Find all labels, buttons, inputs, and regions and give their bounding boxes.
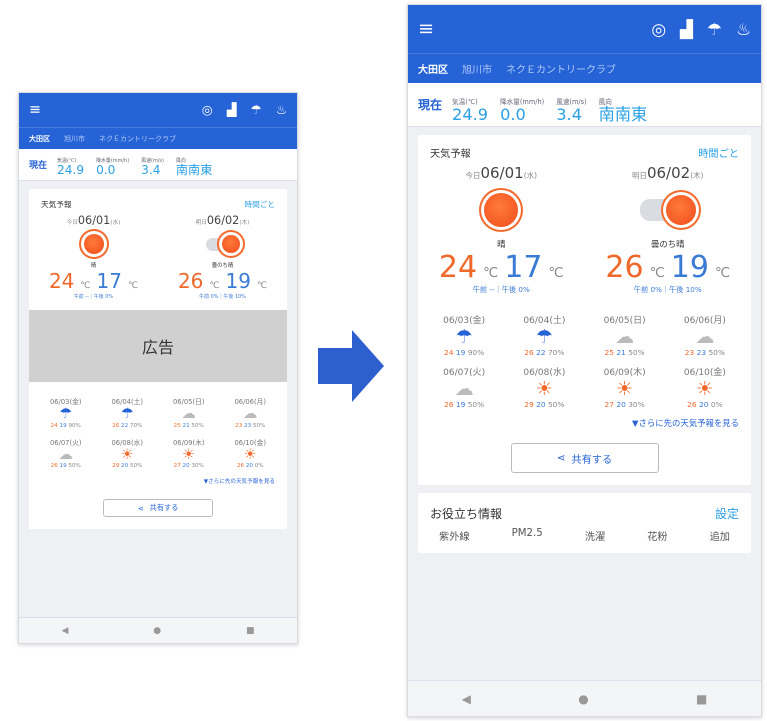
phone-before: ≡ ◎ ▟ ☂ ♨ 大田区 旭川市 ネクＥカントリークラブ 現在 気温(℃) 24… — [18, 92, 298, 644]
current-conditions: 現在 気温(℃) 24.9 降水量(mm/h) 0.0 風速(m/s) 3.4 風向南… — [19, 149, 297, 181]
home-icon[interactable]: ● — [153, 626, 161, 636]
hourly-link[interactable]: 時間ごと — [244, 199, 275, 210]
weather-alert-icon[interactable]: ☂ — [250, 103, 261, 117]
ad-label: 広告 — [141, 338, 174, 357]
hourly-link[interactable]: 時間ごと — [698, 145, 739, 160]
week-day[interactable]: 06/10(金) ☀ 26 20 0% — [220, 433, 282, 474]
more-forecast-link[interactable]: ▼さらに先の天気予報を見る — [29, 473, 287, 493]
week-day[interactable]: 06/06(月) ☁ 23 23 50% — [665, 309, 745, 361]
settings-link[interactable]: 設定 — [715, 505, 739, 522]
weekly-forecast: 06/03(金) ☂ 24 19 90% 06/04(土) ☂ 26 22 70% 06… — [418, 309, 751, 413]
location-tabs: 大田区 旭川市 ネクＥカントリークラブ — [408, 53, 761, 83]
hamburger-icon[interactable]: ≡ — [418, 19, 434, 38]
week-day[interactable]: 06/07(火) ☁ 26 19 50% — [424, 361, 504, 413]
wind-value: 3.4 — [556, 105, 582, 124]
tab-location-0[interactable]: 大田区 — [418, 61, 448, 76]
week-day[interactable]: 06/09(木) ☀ 27 20 30% — [585, 361, 665, 413]
rain-value: 0.0 — [96, 163, 116, 178]
sunny-icon — [221, 235, 240, 253]
temp-value: 24.9 — [452, 105, 489, 124]
chart-icon[interactable]: ▟ — [227, 103, 237, 117]
weekly-forecast: 06/03(金) ☂ 24 19 90% 06/04(土) ☂ 26 22 70% 06… — [29, 392, 287, 473]
week-day[interactable]: 06/05(日) ☁ 25 21 50% — [585, 309, 665, 361]
day-today[interactable]: 今日06/01(水) 晴 24 ℃ 17 ℃ 午前 --｜午後 0% — [49, 214, 138, 300]
week-day[interactable]: 06/03(金) ☂ 24 19 90% — [35, 392, 97, 433]
useful-item[interactable]: 花粉 — [647, 528, 667, 543]
current-label: 現在 — [418, 98, 443, 112]
android-nav-bar: ◀ ● ■ — [408, 680, 761, 716]
tab-location-2[interactable]: ネクＥカントリークラブ — [506, 61, 616, 76]
dir-value: 南南東 — [598, 105, 648, 124]
chart-icon[interactable]: ▟ — [680, 20, 693, 38]
recents-icon[interactable]: ■ — [246, 626, 255, 636]
forecast-title: 天気予報 — [41, 200, 72, 209]
week-day[interactable]: 06/04(土) ☂ 26 22 70% — [504, 309, 584, 361]
sunny-icon — [83, 234, 104, 254]
notification-icon[interactable]: ♨ — [276, 103, 287, 117]
weather-text: 晴 — [90, 263, 97, 269]
day-tomorrow[interactable]: 明日06/02(木) 曇のち晴 26 ℃ 19 ℃ 午前 0%｜午後 10% — [178, 214, 267, 300]
back-icon[interactable]: ◀ — [61, 626, 68, 636]
week-day[interactable]: 06/03(金) ☂ 24 19 90% — [424, 309, 504, 361]
tab-location-2[interactable]: ネクＥカントリークラブ — [99, 134, 176, 144]
share-button[interactable]: ⋖ 共有する — [103, 499, 213, 518]
home-icon[interactable]: ● — [578, 692, 588, 706]
sunny-icon — [484, 193, 519, 227]
typhoon-icon[interactable]: ◎ — [651, 20, 666, 38]
back-icon[interactable]: ◀ — [462, 692, 471, 706]
app-bar: ≡ ◎ ▟ ☂ ♨ — [408, 5, 761, 53]
useful-item[interactable]: 紫外線 — [439, 528, 470, 543]
hamburger-icon[interactable]: ≡ — [29, 102, 41, 117]
typhoon-icon[interactable]: ◎ — [202, 103, 213, 117]
week-day[interactable]: 06/10(金) ☀ 26 20 0% — [665, 361, 745, 413]
useful-info-card: お役立ち情報 設定 紫外線 PM2.5 洗濯 花粉 追加 — [418, 493, 751, 554]
current-conditions: 現在 気温(℃) 24.9 降水量(mm/h) 0.0 風速(m/s) 3.4 風向南… — [408, 83, 761, 127]
share-icon: ⋖ — [556, 452, 566, 464]
week-day[interactable]: 06/04(土) ☂ 26 22 70% — [97, 392, 159, 433]
android-nav-bar: ◀ ● ■ — [19, 617, 297, 643]
week-day[interactable]: 06/06(月) ☁ 23 23 50% — [220, 392, 282, 433]
useful-title: お役立ち情報 — [430, 507, 503, 522]
share-button[interactable]: ⋖ 共有する — [510, 443, 659, 474]
useful-item[interactable]: PM2.5 — [512, 528, 543, 543]
notification-icon[interactable]: ♨ — [736, 20, 751, 38]
forecast-card: 天気予報 時間ごと 今日06/01(水) 晴 24 ℃ 17 ℃ 午前 --｜午後 0… — [29, 189, 287, 530]
day-today[interactable]: 今日06/01(水) 晴 24 ℃ 17 ℃ 午前 --｜午後 0% — [439, 164, 564, 295]
arrow-right-icon — [318, 330, 384, 402]
ad-banner[interactable]: 広告 — [29, 310, 287, 382]
phone-after: ≡ ◎ ▟ ☂ ♨ 大田区 旭川市 ネクＥカントリークラブ 現在 気温(℃) 24… — [407, 4, 762, 717]
tab-location-1[interactable]: 旭川市 — [64, 134, 85, 144]
weather-alert-icon[interactable]: ☂ — [707, 20, 722, 38]
day-tomorrow[interactable]: 明日06/02(木) 曇のち晴 26 ℃ 19 ℃ 午前 0%｜午後 10% — [605, 164, 730, 295]
more-forecast-link[interactable]: ▼さらに先の天気予報を見る — [418, 413, 751, 437]
week-day[interactable]: 06/05(日) ☁ 25 21 50% — [158, 392, 220, 433]
share-icon: ⋖ — [137, 503, 144, 513]
tab-location-1[interactable]: 旭川市 — [462, 61, 492, 76]
useful-item[interactable]: 追加 — [710, 528, 730, 543]
tab-location-0[interactable]: 大田区 — [29, 134, 50, 144]
forecast-title: 天気予報 — [430, 149, 471, 160]
week-day[interactable]: 06/07(火) ☁ 26 19 50% — [35, 433, 97, 474]
useful-item[interactable]: 洗濯 — [585, 528, 605, 543]
recents-icon[interactable]: ■ — [696, 692, 707, 706]
comparison-stage: ≡ ◎ ▟ ☂ ♨ 大田区 旭川市 ネクＥカントリークラブ 現在 気温(℃) 24… — [0, 0, 767, 721]
forecast-card: 天気予報 時間ごと 今日06/01(水) 晴 24 ℃ 17 ℃ 午前 --｜午後 0… — [418, 135, 751, 486]
sunny-icon — [665, 195, 696, 225]
week-day[interactable]: 06/09(木) ☀ 27 20 30% — [158, 433, 220, 474]
app-bar: ≡ ◎ ▟ ☂ ♨ — [19, 93, 297, 127]
temp-value: 24.9 — [57, 163, 85, 178]
rain-value: 0.0 — [500, 105, 526, 124]
week-day[interactable]: 06/08(水) ☀ 29 20 50% — [97, 433, 159, 474]
current-label: 現在 — [29, 161, 48, 171]
wind-value: 3.4 — [141, 163, 161, 178]
location-tabs: 大田区 旭川市 ネクＥカントリークラブ — [19, 127, 297, 149]
dir-value: 南南東 — [175, 163, 213, 178]
week-day[interactable]: 06/08(水) ☀ 29 20 50% — [504, 361, 584, 413]
